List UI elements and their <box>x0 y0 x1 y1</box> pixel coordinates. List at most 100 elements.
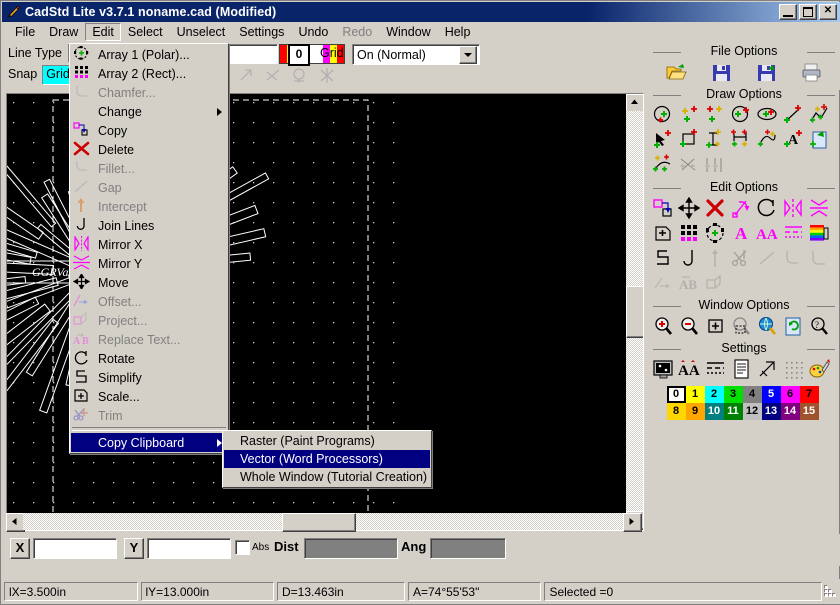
rectangle-icon[interactable] <box>678 129 701 152</box>
y-button[interactable]: Y <box>124 538 144 559</box>
scale-icon[interactable] <box>652 222 675 245</box>
edit-menu-item-change[interactable]: Change <box>71 102 227 121</box>
zoom-in-icon[interactable] <box>652 315 675 338</box>
menu-help[interactable]: Help <box>438 23 478 41</box>
gap-icon[interactable] <box>756 247 779 270</box>
vertical-scroll-thumb[interactable] <box>626 286 643 338</box>
open-folder-icon[interactable] <box>665 61 688 84</box>
edit-menu-item-delete[interactable]: Delete <box>71 140 227 159</box>
grid-mode-select[interactable]: On (Normal) <box>352 44 480 65</box>
palette-color-6[interactable]: 6 <box>780 386 800 403</box>
rotate-icon[interactable] <box>756 197 779 220</box>
rotate-node-icon[interactable] <box>730 197 753 220</box>
palette-color-0[interactable]: 0 <box>666 386 686 403</box>
clipboard-item-vector[interactable]: Vector (Word Processors) <box>224 450 430 468</box>
line-type-icon[interactable] <box>782 222 805 245</box>
text-edit-icon[interactable]: A <box>730 222 753 245</box>
delete-icon[interactable] <box>704 197 727 220</box>
menu-undo[interactable]: Undo <box>291 23 335 41</box>
arc-icon[interactable] <box>704 104 727 127</box>
zoom-window-icon[interactable] <box>730 315 753 338</box>
intercept-icon[interactable] <box>704 247 727 270</box>
circle-center-icon[interactable] <box>652 104 675 127</box>
palette-color-5[interactable]: 5 <box>761 386 781 403</box>
chamfer-icon[interactable] <box>808 247 831 270</box>
scroll-right-button[interactable] <box>623 513 642 532</box>
mirror-y-icon[interactable] <box>808 197 831 220</box>
y-input[interactable] <box>147 538 231 559</box>
draw-options-row-2[interactable]: A <box>649 129 839 152</box>
mirror-x-icon[interactable] <box>782 197 805 220</box>
resize-grip[interactable] <box>825 585 838 599</box>
menu-edit[interactable]: Edit <box>85 23 121 41</box>
menu-select[interactable]: Select <box>121 23 170 41</box>
spline-icon[interactable] <box>756 129 779 152</box>
redraw-icon[interactable] <box>782 315 805 338</box>
edit-menu-item-simplify[interactable]: Simplify <box>71 368 227 387</box>
vertical-scrollbar[interactable] <box>626 94 643 530</box>
curve-icon[interactable] <box>652 154 675 177</box>
zoom-help-icon[interactable]: ? <box>808 315 831 338</box>
chevron-down-icon[interactable] <box>459 45 477 64</box>
project-icon[interactable] <box>704 272 727 295</box>
menu-unselect[interactable]: Unselect <box>170 23 233 41</box>
simplify-icon[interactable] <box>652 247 675 270</box>
edit-menu-item-rotate[interactable]: Rotate <box>71 349 227 368</box>
offset-icon[interactable] <box>652 272 675 295</box>
abs-checkbox[interactable] <box>235 540 250 555</box>
replace-text-icon[interactable]: AA <box>756 222 779 245</box>
palette-color-8[interactable]: 8 <box>666 403 686 420</box>
array-rect-icon[interactable] <box>678 222 701 245</box>
menu-window[interactable]: Window <box>379 23 437 41</box>
window-options-icons[interactable]: ? <box>649 315 839 338</box>
palette-color-11[interactable]: 11 <box>723 403 743 420</box>
array-polar-icon[interactable] <box>704 222 727 245</box>
clipboard-item-whole[interactable]: Whole Window (Tutorial Creation) <box>224 468 430 486</box>
edit-options-row-2[interactable]: A AA <box>649 222 839 245</box>
line-icon[interactable] <box>782 104 805 127</box>
insert-file-icon[interactable] <box>808 129 831 152</box>
edit-menu-item-scale[interactable]: Scale... <box>71 387 227 406</box>
circle-2point-icon[interactable] <box>730 104 753 127</box>
edit-menu-item-join-lines[interactable]: Join Lines <box>71 216 227 235</box>
zoom-out-icon[interactable] <box>678 315 701 338</box>
edit-menu-item-copy-clipboard[interactable]: Copy Clipboard <box>71 433 227 452</box>
replace-text2-icon[interactable]: AB <box>678 272 701 295</box>
menu-draw[interactable]: Draw <box>42 23 85 41</box>
settings-icons[interactable]: AA <box>649 358 839 381</box>
zoom-all-icon[interactable] <box>756 315 779 338</box>
width-input[interactable] <box>228 44 278 64</box>
text-icon[interactable]: A <box>782 129 805 152</box>
edit-menu-item-mirror-x[interactable]: Mirror X <box>71 234 227 254</box>
text-settings-icon[interactable]: AA <box>678 358 701 381</box>
zoom-extents-icon[interactable] <box>704 315 727 338</box>
edit-menu-item-copy[interactable]: Copy <box>71 121 227 140</box>
edit-dropdown-menu[interactable]: Array 1 (Polar)... Array 2 (Rect)... Chamf… <box>69 43 229 454</box>
clipboard-item-raster[interactable]: Raster (Paint Programs) <box>224 432 430 450</box>
edit-menu-item-move[interactable]: Move <box>71 272 227 292</box>
color-change-icon[interactable] <box>808 222 831 245</box>
print-icon[interactable] <box>800 61 823 84</box>
join-lines-icon[interactable] <box>678 247 701 270</box>
page-settings-icon[interactable] <box>730 358 753 381</box>
file-options-icons[interactable] <box>649 61 839 84</box>
dimension-horizontal-icon[interactable] <box>730 129 753 152</box>
palette-color-10[interactable]: 10 <box>704 403 724 420</box>
palette-color-14[interactable]: 14 <box>780 403 800 420</box>
palette-color-4[interactable]: 4 <box>742 386 762 403</box>
display-settings-icon[interactable] <box>652 358 675 381</box>
close-button[interactable]: ✕ <box>819 4 837 20</box>
edit-options-row-1[interactable] <box>649 197 839 220</box>
menu-settings[interactable]: Settings <box>232 23 291 41</box>
line-settings-icon[interactable] <box>704 358 727 381</box>
menu-file[interactable]: File <box>8 23 42 41</box>
pointer-icon[interactable] <box>652 129 675 152</box>
copy-icon[interactable] <box>652 197 675 220</box>
palette-color-2[interactable]: 2 <box>704 386 724 403</box>
maximize-button[interactable] <box>799 4 817 20</box>
minimize-button[interactable] <box>779 4 797 20</box>
palette-color-13[interactable]: 13 <box>761 403 781 420</box>
arc-3point-icon[interactable] <box>678 104 701 127</box>
polyline-icon[interactable] <box>808 104 831 127</box>
x-button[interactable]: X <box>10 538 30 559</box>
